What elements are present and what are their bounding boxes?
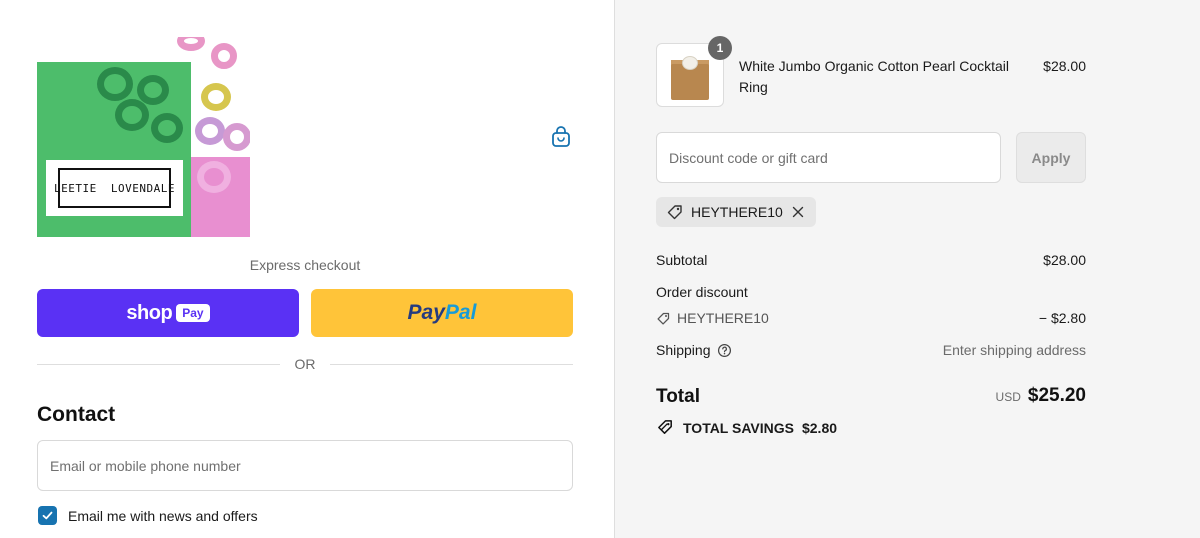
quantity-badge: 1 xyxy=(708,36,732,60)
paypal-wordmark-pay: Pay xyxy=(407,301,445,324)
subtotal-value: $28.00 xyxy=(1043,252,1086,268)
logo-earring-shape xyxy=(177,37,205,51)
apply-discount-button[interactable]: Apply xyxy=(1016,132,1086,183)
product-price: $28.00 xyxy=(1043,58,1086,74)
store-logo[interactable]: LEETIE LOVENDALE xyxy=(37,37,250,237)
thumbnail-ring xyxy=(682,56,698,70)
order-discount-row: Order discount xyxy=(656,284,1086,300)
logo-earring-shape xyxy=(197,161,231,193)
logo-earring-shape xyxy=(195,117,225,145)
logo-earring-shape xyxy=(151,113,183,143)
order-discount-value: − $2.80 xyxy=(1038,310,1086,326)
logo-text: LEETIE LOVENDALE xyxy=(53,181,176,195)
logo-earring-shape xyxy=(223,123,250,151)
checkout-main-panel: LEETIE LOVENDALE Express checkout shop P… xyxy=(0,0,614,538)
logo-earring-shape xyxy=(211,43,237,69)
email-or-phone-input[interactable] xyxy=(37,440,573,491)
subtotal-label: Subtotal xyxy=(656,252,708,268)
shipping-value: Enter shipping address xyxy=(942,342,1086,358)
order-discount-code-text: HEYTHERE10 xyxy=(677,310,769,326)
or-divider: OR xyxy=(37,356,573,374)
divider-line xyxy=(330,364,573,365)
shop-pay-badge: Pay xyxy=(176,304,210,322)
logo-earring-shape xyxy=(115,99,149,131)
order-discount-code: HEYTHERE10 xyxy=(656,310,1086,326)
newsletter-checkbox[interactable] xyxy=(38,506,57,525)
paypal-button[interactable]: Pay Pal xyxy=(311,289,573,337)
order-summary-panel: 1 White Jumbo Organic Cotton Pearl Cockt… xyxy=(614,0,1200,538)
shipping-label-group: Shipping xyxy=(656,342,732,358)
total-label: Total xyxy=(656,386,700,407)
subtotal-row: Subtotal $28.00 xyxy=(656,252,1086,268)
tag-icon xyxy=(667,205,682,220)
total-currency: USD xyxy=(995,390,1021,404)
newsletter-label[interactable]: Email me with news and offers xyxy=(68,508,258,524)
total-amount: USD $25.20 xyxy=(996,385,1086,407)
paypal-wordmark-pal: Pal xyxy=(444,301,477,324)
help-circle-icon[interactable] xyxy=(717,343,732,358)
shipping-label: Shipping xyxy=(656,342,711,358)
savings-tag-icon xyxy=(658,420,672,434)
remove-discount-button[interactable] xyxy=(790,204,806,220)
order-discount-detail-row: HEYTHERE10 − $2.80 xyxy=(656,310,1086,326)
total-savings-value: $2.80 xyxy=(801,419,838,436)
total-savings-label: TOTAL SAVINGS xyxy=(683,419,794,436)
shop-pay-button[interactable]: shop Pay xyxy=(37,289,299,337)
product-name: White Jumbo Organic Cotton Pearl Cocktai… xyxy=(739,58,1009,95)
applied-discount-code: HEYTHERE10 xyxy=(691,204,783,220)
logo-earring-shape xyxy=(201,83,231,111)
logo-nameplate: LEETIE LOVENDALE xyxy=(46,160,183,216)
logo-earring-shape xyxy=(97,67,133,101)
total-savings: TOTAL SAVINGS $2.80 xyxy=(656,418,837,437)
checkmark-icon xyxy=(42,511,53,520)
shipping-row: Shipping Enter shipping address xyxy=(656,342,1086,358)
newsletter-option: Email me with news and offers xyxy=(38,506,258,525)
applied-discount-chip: HEYTHERE10 xyxy=(656,197,816,227)
discount-code-input[interactable] xyxy=(656,132,1001,183)
shop-pay-wordmark: shop xyxy=(126,301,173,324)
tag-icon xyxy=(657,312,670,325)
shopping-bag-icon[interactable] xyxy=(548,124,574,150)
close-icon xyxy=(792,206,804,218)
total-value: $25.20 xyxy=(1027,385,1086,406)
logo-frame: LEETIE LOVENDALE xyxy=(54,168,175,208)
order-discount-label: Order discount xyxy=(656,284,748,300)
logo-earring-shape xyxy=(137,75,169,105)
express-checkout-label: Express checkout xyxy=(249,257,361,273)
contact-heading: Contact xyxy=(37,403,116,426)
